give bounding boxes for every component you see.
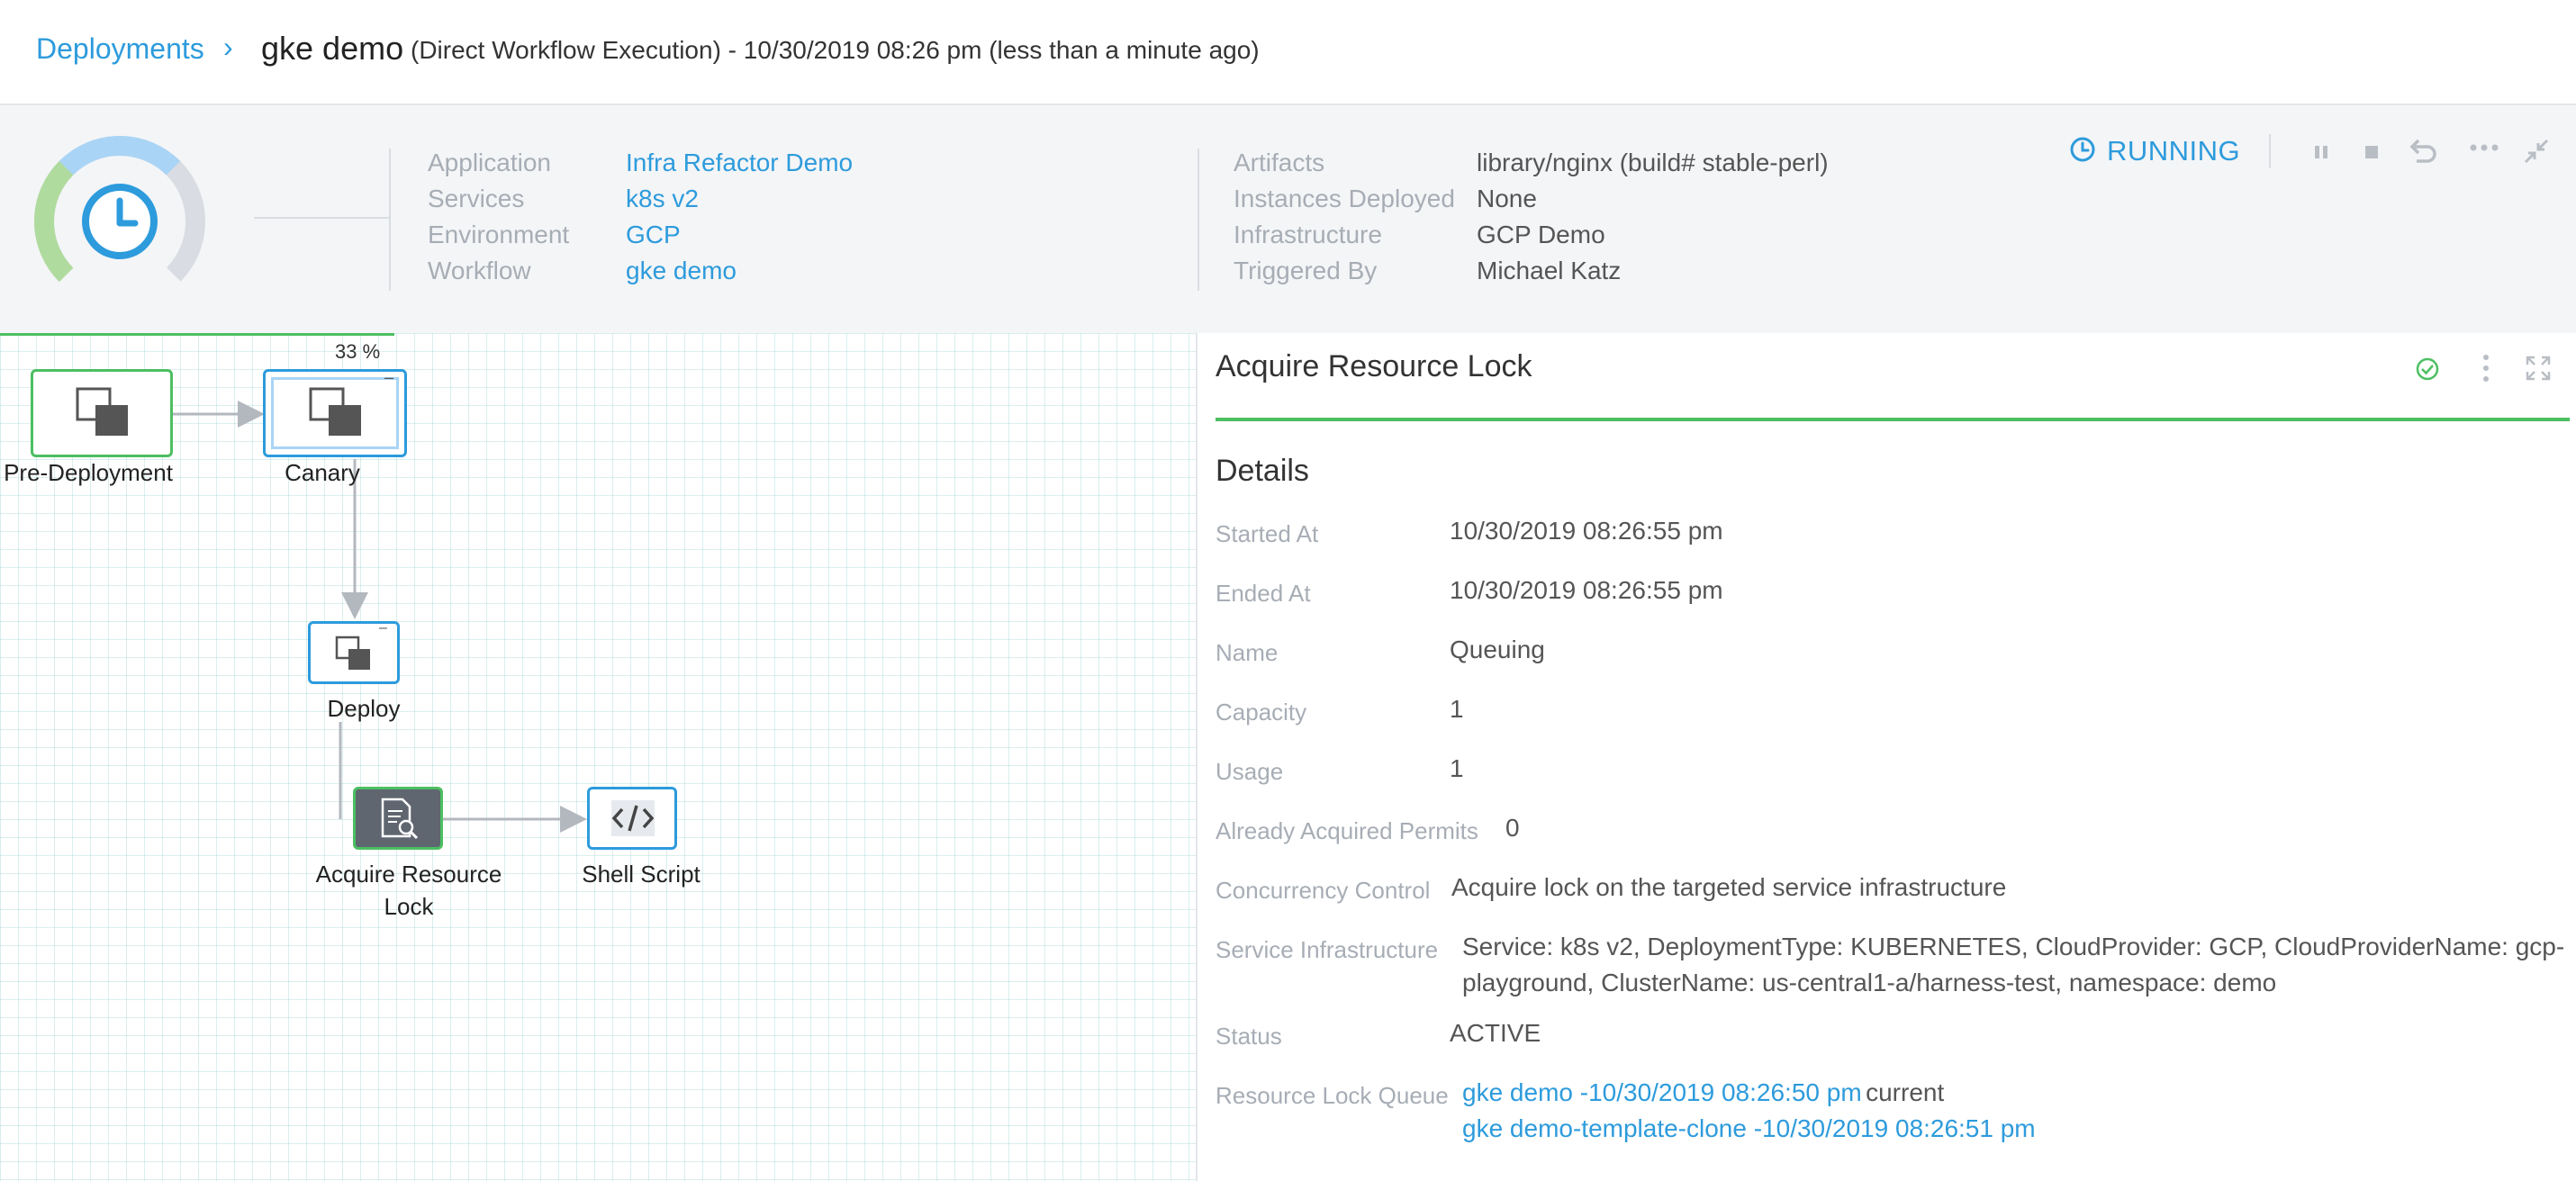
success-check-icon xyxy=(2416,357,2439,381)
gauge-connector-line xyxy=(254,217,389,219)
infrastructure-label: Infrastructure xyxy=(1234,221,1382,248)
artifacts-label: Artifacts xyxy=(1234,149,1325,176)
application-link[interactable]: Infra Refactor Demo xyxy=(626,149,853,177)
instances-deployed-value: None xyxy=(1477,185,1537,212)
capacity-value: 1 xyxy=(1450,695,1464,723)
name-value: Queuing xyxy=(1450,636,1545,663)
instances-deployed-label: Instances Deployed xyxy=(1234,185,1455,212)
expand-icon[interactable] xyxy=(2525,355,2552,382)
canary-label: Canary xyxy=(285,459,360,486)
application-label: Application xyxy=(428,149,551,176)
queue-item: gke demo -10/30/2019 08:26:50 pm current xyxy=(1462,1078,1944,1107)
collapse-toggle-icon[interactable]: – xyxy=(379,620,387,636)
status-value: ACTIVE xyxy=(1450,1019,1541,1047)
queue-item-link[interactable]: gke demo -10/30/2019 08:26:50 pm xyxy=(1462,1078,1862,1106)
panel-title: Acquire Resource Lock xyxy=(1216,349,1532,383)
acquire-resource-lock-label-line1: Acquire Resource xyxy=(315,861,502,888)
shell-script-label: Shell Script xyxy=(582,861,700,888)
divider xyxy=(389,149,391,291)
deploy-label: Deploy xyxy=(327,695,401,722)
stop-icon[interactable] xyxy=(2361,141,2382,163)
clock-icon xyxy=(82,184,158,259)
page-title: gke demo xyxy=(261,30,404,67)
started-at-label: Started At xyxy=(1216,520,1319,547)
service-infrastructure-value-line1: Service: k8s v2, DeploymentType: KUBERNE… xyxy=(1462,933,2565,960)
service-infrastructure-label: Service Infrastructure xyxy=(1216,936,1439,963)
code-icon xyxy=(611,805,655,832)
status-badge: RUNNING xyxy=(2107,135,2241,167)
environment-label: Environment xyxy=(428,221,570,248)
queue-item-link[interactable]: gke demo-template-clone -10/30/2019 08:2… xyxy=(1462,1114,2036,1142)
deploy-node[interactable]: – xyxy=(308,620,400,684)
more-vertical-icon[interactable] xyxy=(2481,353,2491,383)
workflow-label: Workflow xyxy=(428,257,531,284)
section-title: Details xyxy=(1216,454,1309,488)
rollback-icon[interactable] xyxy=(2408,138,2438,167)
concurrency-control-label: Concurrency Control xyxy=(1216,877,1431,904)
name-label: Name xyxy=(1216,639,1279,666)
artifacts-value: library/nginx (build# stable-perl) xyxy=(1477,149,1829,176)
panel-status-underline xyxy=(1216,418,2570,421)
workflow-canvas[interactable]: 33 % Pre-Deployment – Canary – Deploy Ac… xyxy=(0,333,1196,1181)
triggered-by-value: Michael Katz xyxy=(1477,257,1622,284)
phase-icon xyxy=(76,387,128,436)
services-link[interactable]: k8s v2 xyxy=(626,185,699,213)
services-label: Services xyxy=(428,185,525,212)
breadcrumb-deployments-link[interactable]: Deployments xyxy=(36,32,204,66)
service-infrastructure-value-line2: playground, ClusterName: us-central1-a/h… xyxy=(1462,969,2277,996)
collapse-toggle-icon[interactable]: – xyxy=(384,368,393,387)
queue-item: gke demo-template-clone -10/30/2019 08:2… xyxy=(1462,1114,2036,1143)
more-icon[interactable] xyxy=(2469,141,2499,154)
shell-script-node[interactable] xyxy=(587,787,677,850)
resource-lock-queue-label: Resource Lock Queue xyxy=(1216,1082,1449,1109)
queue-item-current-tag: current xyxy=(1866,1078,1945,1106)
pause-icon[interactable] xyxy=(2310,141,2332,163)
pre-deployment-label: Pre-Deployment xyxy=(4,459,173,486)
workflow-connectors xyxy=(173,401,587,833)
infrastructure-value: GCP Demo xyxy=(1477,221,1605,248)
document-search-icon xyxy=(381,798,419,840)
collapse-icon[interactable] xyxy=(2523,138,2550,165)
already-acquired-permits-value: 0 xyxy=(1505,814,1520,842)
usage-value: 1 xyxy=(1450,754,1464,782)
capacity-label: Capacity xyxy=(1216,699,1307,726)
execution-summary: Application Infra Refactor Demo Services… xyxy=(0,105,2576,333)
page-subtitle: (Direct Workflow Execution) - 10/30/2019… xyxy=(411,36,1260,64)
usage-label: Usage xyxy=(1216,758,1284,785)
phase-icon xyxy=(309,387,361,436)
progress-gauge xyxy=(34,136,205,307)
started-at-value: 10/30/2019 08:26:55 pm xyxy=(1450,517,1723,545)
triggered-by-label: Triggered By xyxy=(1234,257,1378,284)
ended-at-label: Ended At xyxy=(1216,580,1311,607)
divider xyxy=(1198,149,1199,291)
ended-at-value: 10/30/2019 08:26:55 pm xyxy=(1450,576,1723,604)
pre-deployment-node[interactable] xyxy=(31,369,173,457)
already-acquired-permits-label: Already Acquired Permits xyxy=(1216,817,1478,844)
top-bar: Deployments › gke demo (Direct Workflow … xyxy=(0,0,2576,105)
status-label: Status xyxy=(1216,1023,1282,1050)
workflow-link[interactable]: gke demo xyxy=(626,257,737,285)
breadcrumb-chevron-icon: › xyxy=(223,31,233,63)
divider xyxy=(2269,134,2271,168)
concurrency-control-value: Acquire lock on the targeted service inf… xyxy=(1451,873,2007,901)
acquire-resource-lock-node[interactable] xyxy=(353,787,443,850)
details-panel: Acquire Resource Lock Details Started At… xyxy=(1196,333,2576,1181)
phase-icon xyxy=(335,636,370,670)
canary-node[interactable]: – xyxy=(263,368,407,457)
acquire-resource-lock-label-line2: Lock xyxy=(384,893,434,920)
clock-icon xyxy=(2070,137,2095,162)
environment-link[interactable]: GCP xyxy=(626,221,681,249)
